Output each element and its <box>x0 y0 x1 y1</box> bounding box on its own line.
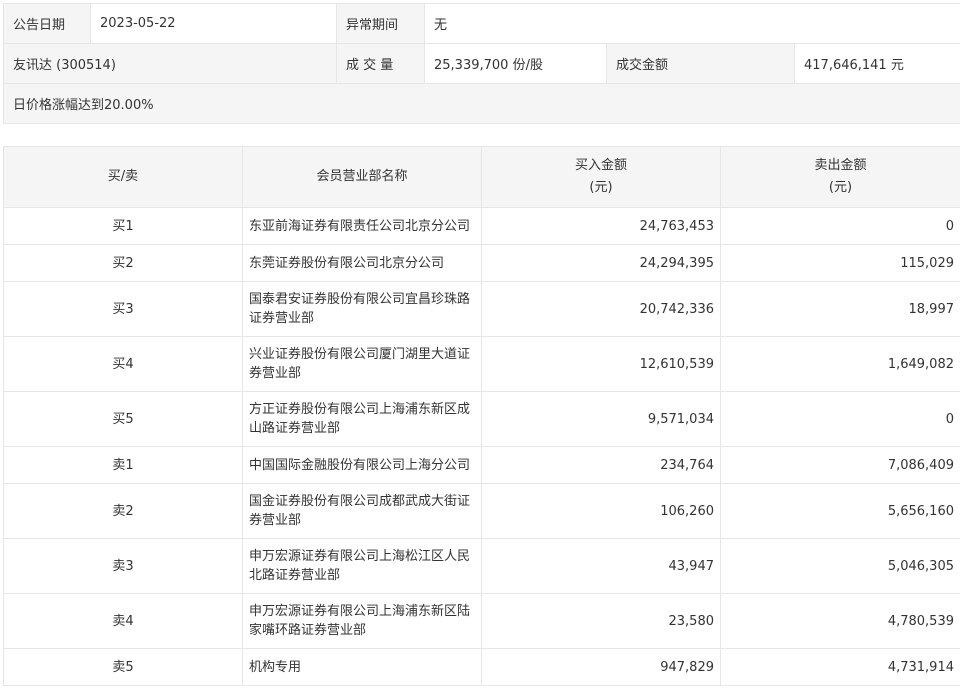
row-member-name: 东莞证券股份有限公司北京分公司 <box>242 244 482 282</box>
header-buy-amount-title: 买入金额 <box>574 158 627 173</box>
info-row-volume: 友讯达 (300514) 成 交 量 25,339,700 份/股 成交金额 4… <box>3 43 960 84</box>
row-member-name: 申万宏源证券有限公司上海松江区人民北路证券营业部 <box>242 538 482 594</box>
turnover-amount-value: 417,646,141 元 <box>794 43 960 84</box>
row-buy-amount: 947,829 <box>481 648 721 686</box>
announcement-date-value: 2023-05-22 <box>90 3 337 44</box>
row-buy-amount: 234,764 <box>481 446 721 484</box>
row-sell-amount: 0 <box>720 391 960 447</box>
row-sell-amount: 7,086,409 <box>720 446 960 484</box>
row-buy-amount: 12,610,539 <box>481 336 721 392</box>
row-sell-amount: 18,997 <box>720 281 960 337</box>
table-row: 买4 兴业证券股份有限公司厦门湖里大道证券营业部 12,610,539 1,64… <box>3 336 960 392</box>
row-buy-amount: 23,580 <box>481 593 721 649</box>
abnormal-period-value: 无 <box>424 3 960 44</box>
row-side: 卖5 <box>3 648 243 686</box>
table-row: 买5 方正证券股份有限公司上海浦东新区成山路证券营业部 9,571,034 0 <box>3 391 960 447</box>
row-side: 卖4 <box>3 593 243 649</box>
stock-name: 友讯达 (300514) <box>3 43 337 84</box>
row-buy-amount: 43,947 <box>481 538 721 594</box>
abnormal-period-label: 异常期间 <box>336 3 425 44</box>
row-member-name: 国金证券股份有限公司成都武成大街证券营业部 <box>242 483 482 539</box>
header-sell-amount-title: 卖出金额 <box>814 158 867 173</box>
info-row-date: 公告日期 2023-05-22 异常期间 无 <box>3 3 960 44</box>
announcement-info-table: 公告日期 2023-05-22 异常期间 无 友讯达 (300514) 成 交 … <box>3 3 960 124</box>
row-side: 买2 <box>3 244 243 282</box>
row-member-name: 申万宏源证券有限公司上海浦东新区陆家嘴环路证券营业部 <box>242 593 482 649</box>
row-side: 买3 <box>3 281 243 337</box>
row-sell-amount: 4,780,539 <box>720 593 960 649</box>
table-header-row: 买/卖 会员营业部名称 买入金额 (元) 卖出金额 (元) <box>3 146 960 208</box>
row-buy-amount: 24,763,453 <box>481 207 721 245</box>
row-sell-amount: 115,029 <box>720 244 960 282</box>
table-row: 买1 东亚前海证券有限责任公司北京分公司 24,763,453 0 <box>3 207 960 245</box>
row-member-name: 机构专用 <box>242 648 482 686</box>
header-sell-amount: 卖出金额 (元) <box>720 146 960 208</box>
row-member-name: 中国国际金融股份有限公司上海分公司 <box>242 446 482 484</box>
table-row: 卖2 国金证券股份有限公司成都武成大街证券营业部 106,260 5,656,1… <box>3 483 960 539</box>
header-member-name: 会员营业部名称 <box>242 146 482 208</box>
row-sell-amount: 4,731,914 <box>720 648 960 686</box>
row-sell-amount: 5,656,160 <box>720 483 960 539</box>
info-row-reason: 日价格涨幅达到20.00% <box>3 83 960 124</box>
row-side: 买1 <box>3 207 243 245</box>
listing-reason: 日价格涨幅达到20.00% <box>3 83 960 124</box>
table-row: 卖1 中国国际金融股份有限公司上海分公司 234,764 7,086,409 <box>3 446 960 484</box>
row-member-name: 国泰君安证券股份有限公司宜昌珍珠路证券营业部 <box>242 281 482 337</box>
row-side: 买5 <box>3 391 243 447</box>
row-sell-amount: 0 <box>720 207 960 245</box>
row-member-name: 方正证券股份有限公司上海浦东新区成山路证券营业部 <box>242 391 482 447</box>
row-member-name: 兴业证券股份有限公司厦门湖里大道证券营业部 <box>242 336 482 392</box>
row-side: 卖1 <box>3 446 243 484</box>
row-side: 买4 <box>3 336 243 392</box>
header-buy-amount: 买入金额 (元) <box>481 146 721 208</box>
page: 公告日期 2023-05-22 异常期间 无 友讯达 (300514) 成 交 … <box>0 0 960 700</box>
volume-label: 成 交 量 <box>336 43 425 84</box>
row-member-name: 东亚前海证券有限责任公司北京分公司 <box>242 207 482 245</box>
table-row: 买3 国泰君安证券股份有限公司宜昌珍珠路证券营业部 20,742,336 18,… <box>3 281 960 337</box>
row-sell-amount: 1,649,082 <box>720 336 960 392</box>
row-buy-amount: 106,260 <box>481 483 721 539</box>
row-buy-amount: 24,294,395 <box>481 244 721 282</box>
header-side: 买/卖 <box>3 146 243 208</box>
table-row: 卖5 机构专用 947,829 4,731,914 <box>3 648 960 686</box>
table-row: 卖4 申万宏源证券有限公司上海浦东新区陆家嘴环路证券营业部 23,580 4,7… <box>3 593 960 649</box>
row-side: 卖2 <box>3 483 243 539</box>
row-sell-amount: 5,046,305 <box>720 538 960 594</box>
header-buy-amount-unit: (元) <box>589 180 613 195</box>
volume-value: 25,339,700 份/股 <box>424 43 607 84</box>
trading-seats-table: 买/卖 会员营业部名称 买入金额 (元) 卖出金额 (元) 买1 东亚前海证券有… <box>3 146 960 686</box>
row-buy-amount: 20,742,336 <box>481 281 721 337</box>
row-side: 卖3 <box>3 538 243 594</box>
table-row: 卖3 申万宏源证券有限公司上海松江区人民北路证券营业部 43,947 5,046… <box>3 538 960 594</box>
turnover-amount-label: 成交金额 <box>606 43 795 84</box>
announcement-date-label: 公告日期 <box>3 3 91 44</box>
table-row: 买2 东莞证券股份有限公司北京分公司 24,294,395 115,029 <box>3 244 960 282</box>
row-buy-amount: 9,571,034 <box>481 391 721 447</box>
header-sell-amount-unit: (元) <box>828 180 853 195</box>
